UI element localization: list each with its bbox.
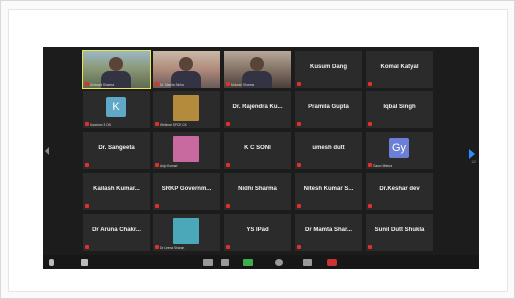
- profile-image: [173, 136, 199, 162]
- muted-mic-icon: [226, 82, 230, 86]
- muted-mic-icon: [226, 204, 230, 208]
- muted-mic-icon: [297, 82, 301, 86]
- muted-mic-icon: [368, 163, 372, 167]
- participant-tile[interactable]: Dr. Mamta Sinha: [153, 51, 220, 88]
- participant-label: Ashwani Sharma: [90, 83, 115, 87]
- avatar: K: [106, 97, 126, 117]
- muted-mic-icon: [297, 204, 301, 208]
- participant-label: Webinar SPCE CK: [160, 123, 187, 127]
- video-icon[interactable]: [81, 259, 88, 266]
- mute-icon[interactable]: [49, 259, 54, 266]
- meeting-toolbar: [43, 255, 479, 269]
- muted-mic-icon: [85, 204, 89, 208]
- participant-name: Kusum Dang: [309, 64, 347, 70]
- muted-mic-icon: [226, 163, 230, 167]
- participant-tile[interactable]: YS IPad: [224, 214, 291, 251]
- participant-name: Sunil Dutt Shukla: [374, 227, 425, 233]
- reactions-icon[interactable]: [303, 259, 312, 266]
- participant-tile[interactable]: Dr Aruna Chakr...: [83, 214, 150, 251]
- muted-mic-icon: [155, 204, 159, 208]
- profile-image: [173, 218, 199, 244]
- participant-name: Iqbal Singh: [383, 104, 416, 110]
- participant-label: Kanchan 3 ON: [90, 123, 111, 127]
- prev-page-arrow-icon[interactable]: [45, 147, 49, 155]
- participant-name: YS IPad: [246, 227, 269, 233]
- chat-icon[interactable]: [221, 259, 229, 266]
- muted-mic-icon: [368, 245, 372, 249]
- record-icon[interactable]: [275, 259, 283, 266]
- participant-label: Dr Leena Sharan: [160, 246, 185, 250]
- participant-tile[interactable]: Gy Gaurv Mishra: [366, 132, 433, 169]
- participant-name: Kailash Kumar...: [93, 186, 140, 192]
- muted-mic-icon: [155, 82, 159, 86]
- participant-tile[interactable]: Sunil Dutt Shukla: [366, 214, 433, 251]
- participant-tile[interactable]: Dr. Rajendra Ku...: [224, 91, 291, 128]
- participant-tile[interactable]: Anju Kumari: [153, 132, 220, 169]
- participant-head-shape: [250, 57, 264, 71]
- participant-label: Anju Kumari: [160, 164, 178, 168]
- participant-tile[interactable]: Dr Mamta Shar...: [295, 214, 362, 251]
- participant-name: Dr. Sangeeta: [98, 145, 135, 151]
- participant-tile[interactable]: Pramila Gupta: [295, 91, 362, 128]
- participant-tile[interactable]: Iqbal Singh: [366, 91, 433, 128]
- participant-tile[interactable]: umesh dutt: [295, 132, 362, 169]
- participant-name: Dr.Keshar dev: [379, 186, 420, 192]
- participant-head-shape: [179, 57, 193, 71]
- screenshot-frame: Ashwani Sharma Dr. Mamta Sinha Mukesh Shar…: [0, 0, 515, 299]
- participant-name: umesh dutt: [312, 145, 345, 151]
- muted-mic-icon: [226, 245, 230, 249]
- participant-name: Pramila Gupta: [308, 104, 349, 110]
- muted-mic-icon: [85, 245, 89, 249]
- muted-mic-icon: [297, 245, 301, 249]
- participant-label: Dr. Mamta Sinha: [160, 83, 184, 87]
- muted-mic-icon: [297, 163, 301, 167]
- participant-tile[interactable]: Webinar SPCE CK: [153, 91, 220, 128]
- meeting-window: Ashwani Sharma Dr. Mamta Sinha Mukesh Shar…: [43, 47, 479, 269]
- participant-tile[interactable]: Komal Katyal: [366, 51, 433, 88]
- profile-image: [173, 95, 199, 121]
- participant-name: Nidhi Sharma: [238, 186, 277, 192]
- participant-tile[interactable]: Kusum Dang: [295, 51, 362, 88]
- muted-mic-icon: [368, 122, 372, 126]
- next-page-arrow-icon[interactable]: [469, 149, 475, 159]
- participant-tile[interactable]: Dr.Keshar dev: [366, 173, 433, 210]
- muted-mic-icon: [85, 82, 89, 86]
- avatar: Gy: [389, 138, 409, 158]
- muted-mic-icon: [155, 245, 159, 249]
- muted-mic-icon: [368, 204, 372, 208]
- page-indicator: 1/2: [471, 160, 476, 164]
- participant-tile[interactable]: Nitesh Kumar S...: [295, 173, 362, 210]
- participant-name: Dr Aruna Chakr...: [92, 227, 141, 233]
- participant-tile[interactable]: Nidhi Sharma: [224, 173, 291, 210]
- participant-name: Komal Katyal: [380, 64, 419, 70]
- participant-name: Dr. Rajendra Ku...: [232, 104, 283, 110]
- muted-mic-icon: [85, 163, 89, 167]
- participant-grid: Ashwani Sharma Dr. Mamta Sinha Mukesh Shar…: [82, 50, 435, 251]
- participant-tile[interactable]: Kailash Kumar...: [83, 173, 150, 210]
- participant-name: Nitesh Kumar S...: [303, 186, 354, 192]
- participant-label: Mukesh Sharma: [231, 83, 255, 87]
- leave-button[interactable]: [327, 259, 337, 266]
- participant-tile[interactable]: Dr Leena Sharan: [153, 214, 220, 251]
- muted-mic-icon: [85, 122, 89, 126]
- participant-tile[interactable]: K Kanchan 3 ON: [83, 91, 150, 128]
- participant-tile[interactable]: SRKP Governm...: [153, 173, 220, 210]
- participant-name: SRKP Governm...: [161, 186, 212, 192]
- participant-tile[interactable]: K C SONI: [224, 132, 291, 169]
- participant-tile[interactable]: Dr. Sangeeta: [83, 132, 150, 169]
- muted-mic-icon: [155, 163, 159, 167]
- share-screen-icon[interactable]: [243, 259, 253, 266]
- participant-name: K C SONI: [244, 145, 271, 151]
- participants-icon[interactable]: [203, 259, 213, 266]
- participant-tile[interactable]: Mukesh Sharma: [224, 51, 291, 88]
- participant-name: Dr Mamta Shar...: [304, 227, 352, 233]
- participant-head-shape: [109, 57, 123, 71]
- participant-tile[interactable]: Ashwani Sharma: [82, 50, 151, 89]
- participant-label: Gaurv Mishra: [373, 164, 393, 168]
- muted-mic-icon: [155, 122, 159, 126]
- muted-mic-icon: [226, 122, 230, 126]
- muted-mic-icon: [297, 122, 301, 126]
- muted-mic-icon: [368, 82, 372, 86]
